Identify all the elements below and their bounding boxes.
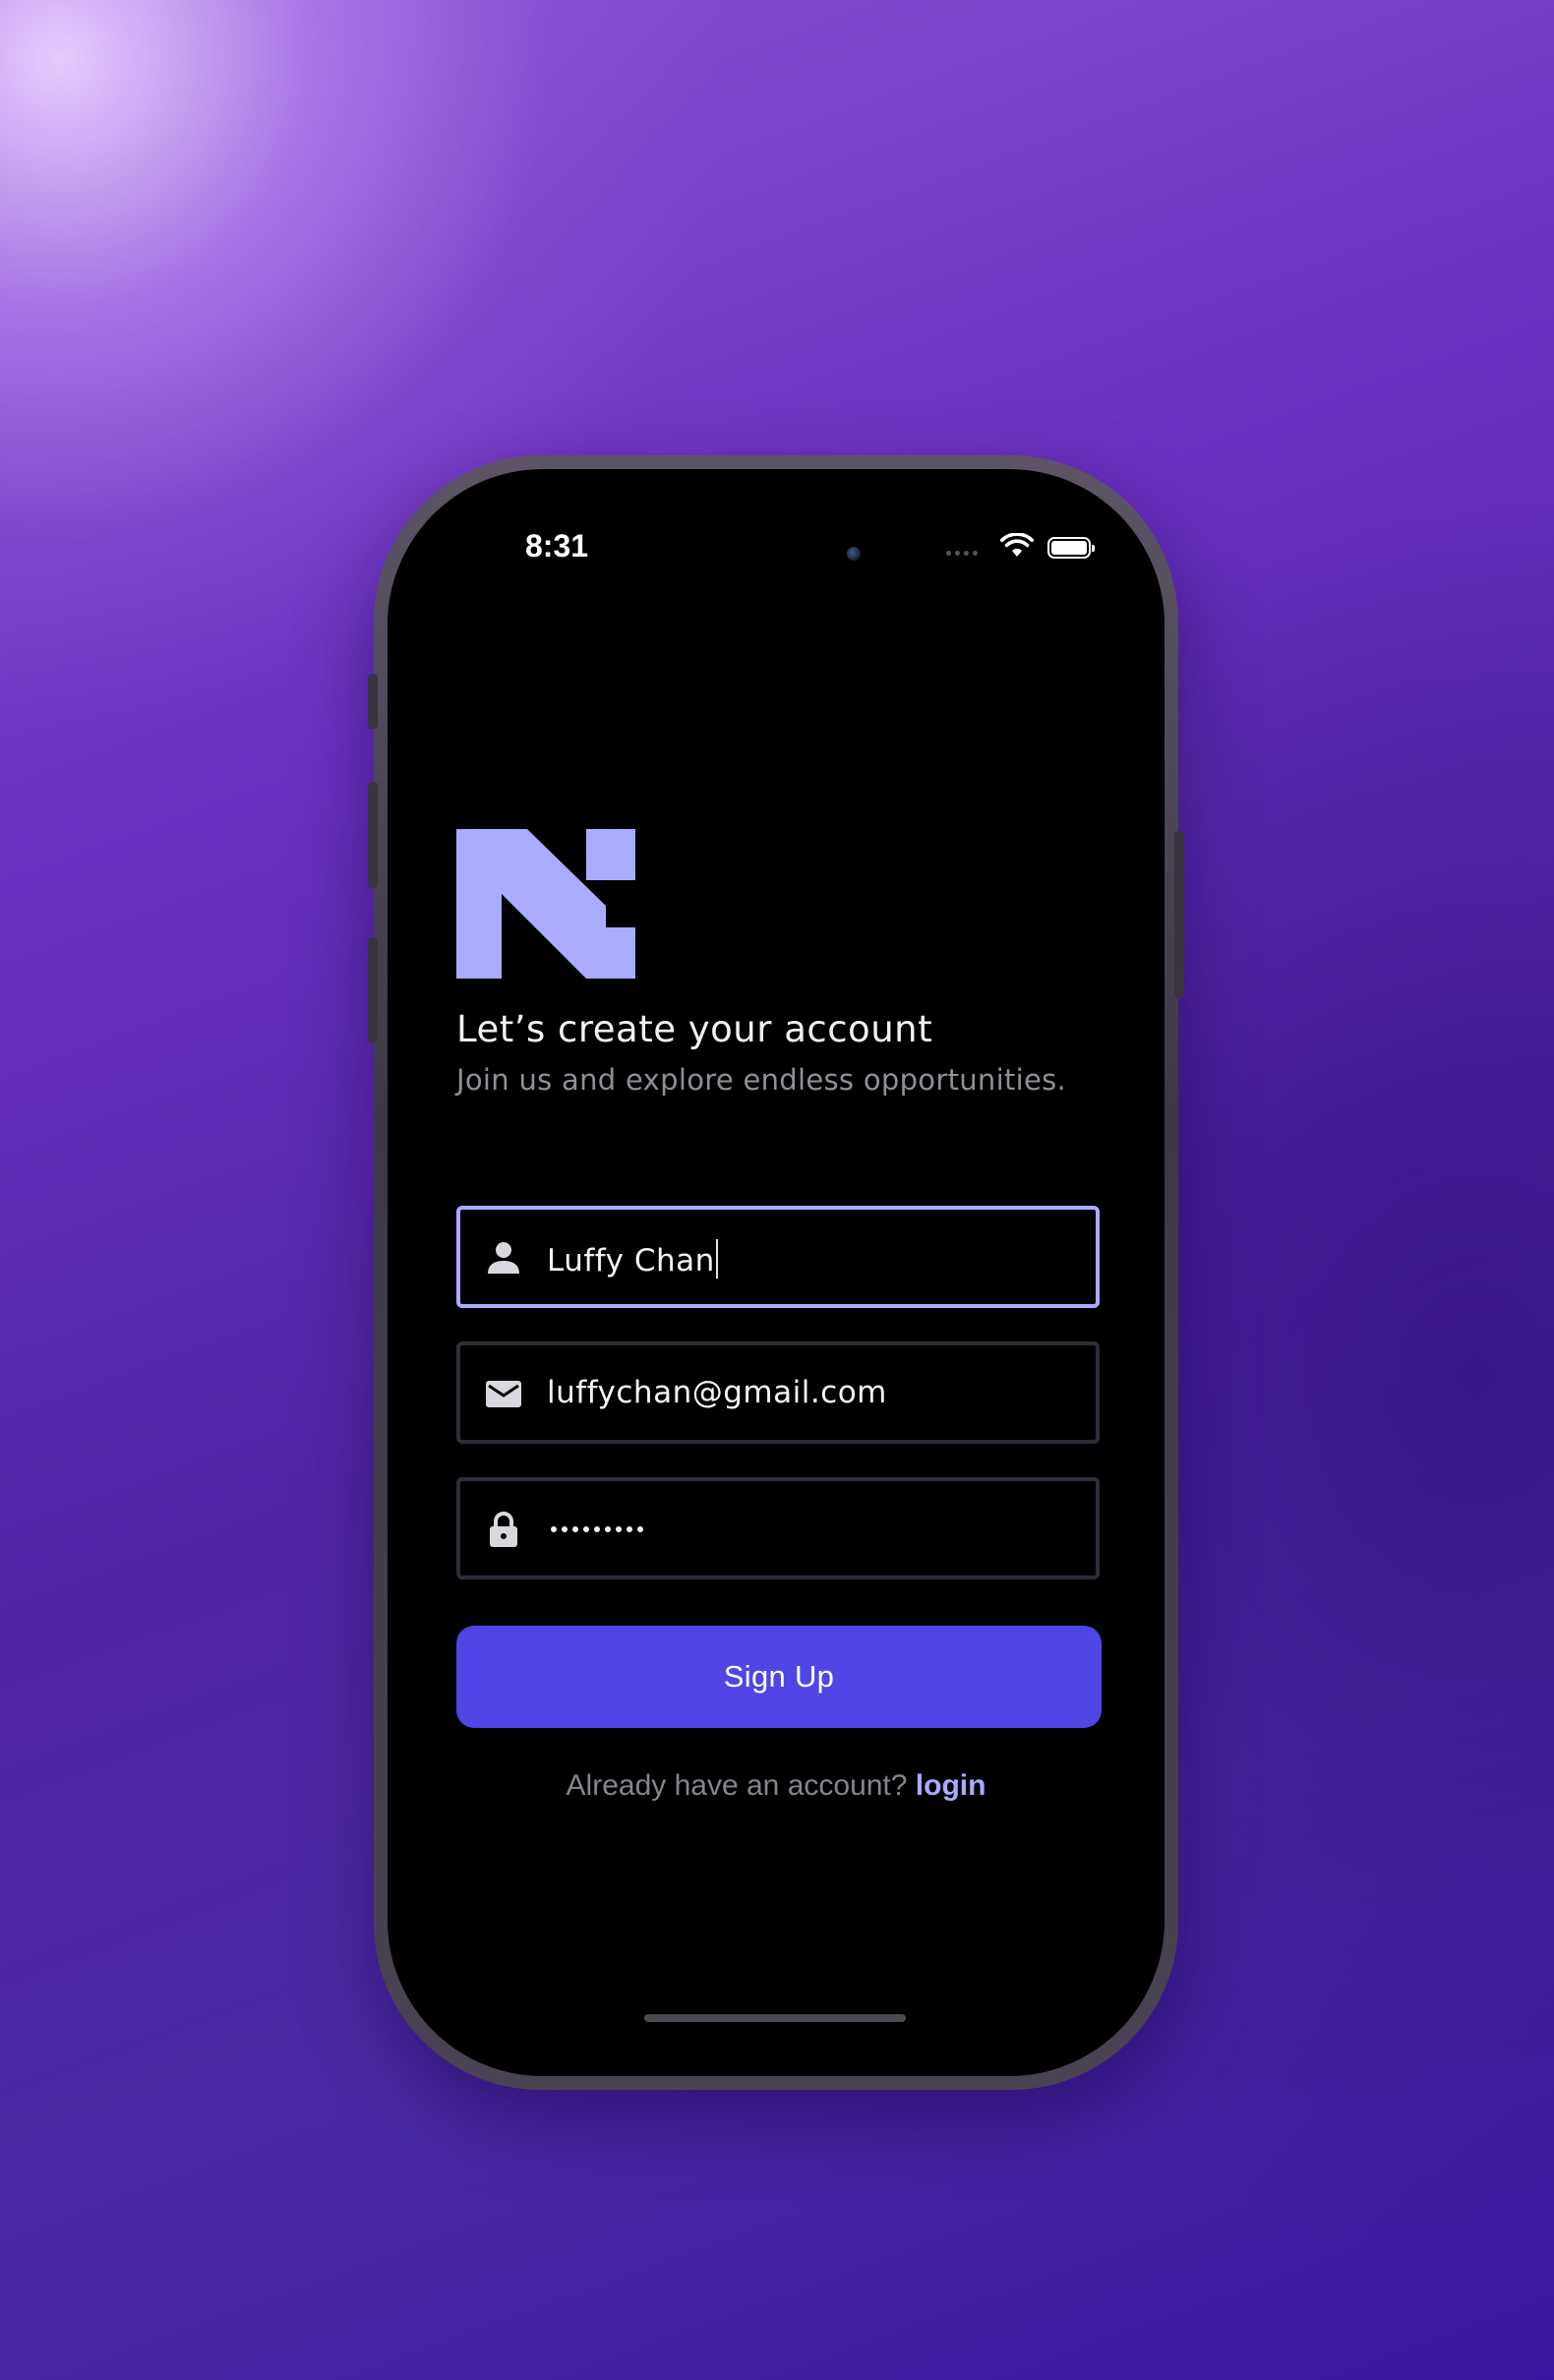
phone-frame: 8:31 Let’s create your account Join us a…: [368, 455, 1184, 2090]
password-dot: [551, 1526, 557, 1532]
page-subtitle: Join us and explore endless opportunitie…: [456, 1063, 1067, 1097]
n-logo-icon: [456, 829, 635, 979]
password-dot: [605, 1526, 611, 1532]
name-input-value: Luffy Chan: [547, 1243, 715, 1279]
wifi-icon: [1000, 533, 1034, 557]
password-dot: [616, 1526, 622, 1532]
person-icon: [488, 1242, 519, 1274]
login-prompt: Already have an account? login: [388, 1769, 1165, 1803]
password-dot: [572, 1526, 578, 1532]
email-input-value: luffychan@gmail.com: [547, 1375, 887, 1410]
email-field[interactable]: luffychan@gmail.com: [456, 1341, 1100, 1444]
login-prompt-text: Already have an account?: [566, 1769, 908, 1802]
password-field[interactable]: [456, 1477, 1100, 1579]
name-field[interactable]: Luffy Chan: [456, 1206, 1100, 1308]
app-screen: 8:31 Let’s create your account Join us a…: [388, 469, 1165, 2076]
sign-up-button[interactable]: Sign Up: [456, 1626, 1102, 1728]
battery-full-icon: [1047, 537, 1095, 559]
password-dot: [562, 1526, 568, 1532]
volume-up-button: [368, 782, 378, 888]
volume-down-button: [368, 937, 378, 1043]
power-button: [1174, 831, 1184, 998]
front-camera: [847, 547, 861, 561]
password-masked-value: [551, 1526, 643, 1532]
home-indicator[interactable]: [644, 2014, 906, 2022]
lock-icon: [490, 1512, 517, 1547]
password-dot: [637, 1526, 643, 1532]
password-dot: [627, 1526, 632, 1532]
page-title: Let’s create your account: [456, 1008, 933, 1050]
text-caret: [715, 1239, 718, 1279]
mail-icon: [486, 1381, 521, 1407]
signal-icon: [946, 551, 978, 556]
login-link[interactable]: login: [916, 1769, 986, 1802]
action-button: [368, 674, 378, 729]
status-time: 8:31: [525, 528, 589, 564]
password-dot: [583, 1526, 589, 1532]
password-dot: [594, 1526, 600, 1532]
